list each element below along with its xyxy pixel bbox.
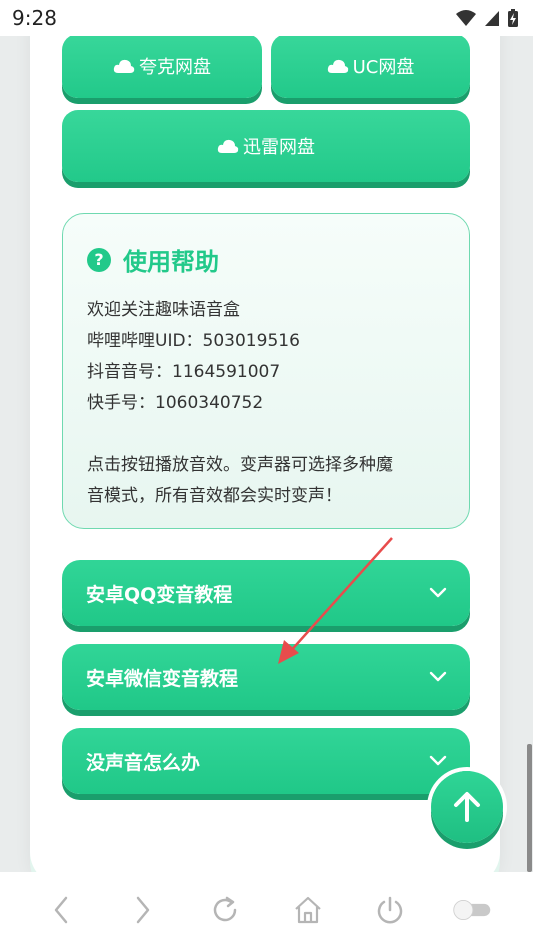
status-icons [455, 8, 519, 28]
battery-icon [508, 9, 518, 27]
chevron-right-icon [136, 896, 150, 924]
accordion-qq-tutorial[interactable]: 安卓QQ变音教程 [62, 560, 470, 626]
status-time: 9:28 [12, 6, 57, 30]
home-icon [294, 896, 321, 924]
scrollbar[interactable] [527, 744, 532, 872]
help-title-text: 使用帮助 [123, 248, 219, 276]
power-icon [377, 896, 402, 924]
wifi-icon [456, 10, 476, 26]
forward-button[interactable] [123, 890, 163, 930]
help-title: ? 使用帮助 [87, 242, 445, 277]
xunlei-drive-label: 迅雷网盘 [243, 137, 315, 158]
question-icon: ? [87, 247, 111, 272]
mode-toggle[interactable] [452, 890, 492, 930]
browser-nav-bar [0, 872, 533, 948]
status-bar: 9:28 [0, 0, 533, 36]
uc-drive-button[interactable]: UC网盘 [271, 36, 470, 98]
accordion-label: 没声音怎么办 [86, 751, 201, 774]
chevron-down-icon [429, 671, 447, 682]
quark-drive-label: 夸克网盘 [139, 57, 211, 78]
page-viewport: 夸克网盘 UC网盘 迅雷网盘 ? 使用帮助 欢迎关注趣味语音盒 哔哩哔哩UID：… [0, 36, 533, 872]
accordion-no-sound[interactable]: 没声音怎么办 [62, 728, 470, 794]
cloud-icon [327, 59, 348, 73]
cloud-icon [113, 59, 135, 73]
help-note-line-2: 音模式，所有音效都会实时变声！ [87, 486, 342, 506]
back-button[interactable] [41, 890, 81, 930]
help-spacer [87, 419, 445, 450]
xunlei-drive-button[interactable]: 迅雷网盘 [62, 110, 470, 182]
help-line-douyin: 抖音音号：1164591007 [87, 362, 281, 382]
help-line-kuaishou: 快手号：1060340752 [87, 393, 264, 413]
quark-drive-button[interactable]: 夸克网盘 [62, 36, 262, 98]
power-button[interactable] [370, 890, 410, 930]
help-panel: ? 使用帮助 欢迎关注趣味语音盒 哔哩哔哩UID：503019516 抖音音号：… [62, 213, 470, 529]
reload-button[interactable] [205, 890, 245, 930]
help-line-welcome: 欢迎关注趣味语音盒 [87, 300, 240, 320]
help-line-bilibili: 哔哩哔哩UID：503019516 [87, 331, 300, 351]
arrow-up-icon [454, 792, 480, 822]
accordion-label: 安卓微信变音教程 [86, 667, 239, 690]
chevron-down-icon [429, 755, 447, 766]
toggle-icon [453, 900, 491, 920]
uc-drive-label: UC网盘 [352, 57, 415, 78]
help-note-line-1: 点击按钮播放音效。变声器可选择多种魔 [87, 455, 393, 475]
back-to-top-button[interactable] [431, 771, 503, 843]
accordion-label: 安卓QQ变音教程 [86, 583, 233, 606]
chevron-down-icon [429, 587, 447, 598]
accordion-wechat-tutorial[interactable]: 安卓微信变音教程 [62, 644, 470, 710]
chevron-left-icon [54, 896, 68, 924]
home-button[interactable] [288, 890, 328, 930]
cloud-icon [217, 139, 239, 153]
signal-icon [485, 11, 499, 26]
refresh-icon [214, 896, 237, 922]
